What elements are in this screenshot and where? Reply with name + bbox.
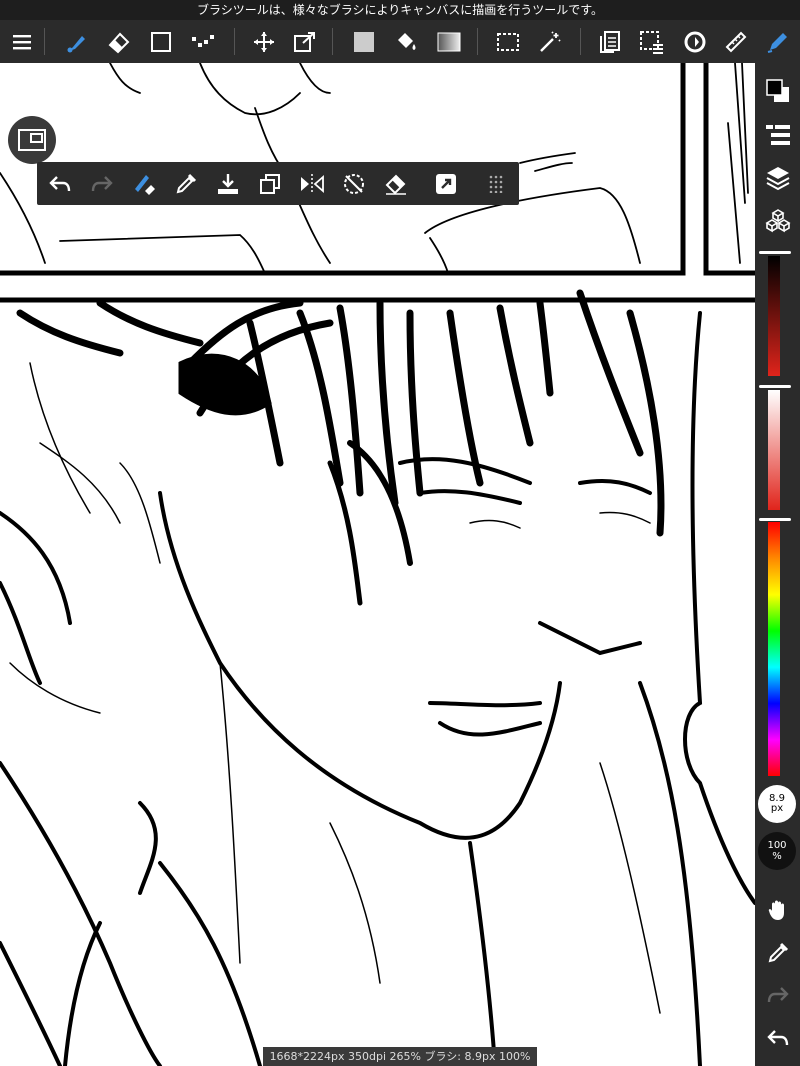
bucket-icon[interactable]: [384, 20, 428, 63]
magic-wand-icon[interactable]: [528, 20, 572, 63]
save-icon[interactable]: [207, 162, 249, 205]
brush-icon[interactable]: [55, 20, 99, 63]
copy-icon[interactable]: [588, 20, 632, 63]
undo-side-icon[interactable]: [755, 1018, 800, 1058]
select-menu-icon[interactable]: [630, 20, 674, 63]
main-toolbar: [0, 20, 800, 63]
eyedropper-side-icon[interactable]: [755, 933, 800, 973]
drawing-canvas[interactable]: [0, 63, 755, 1066]
right-panel: 8.9 px 100 %: [755, 63, 800, 1066]
fill-color-icon[interactable]: [342, 20, 386, 63]
tool-hint-bar: ブラシツールは、様々なブラシによりキャンバスに描画を行うツールです。: [0, 0, 800, 20]
tool-hint-text: ブラシツールは、様々なブラシによりキャンバスに描画を行うツールです。: [196, 3, 604, 17]
clear-icon[interactable]: [375, 162, 417, 205]
reference-window-button[interactable]: [8, 116, 56, 164]
copy-layer-icon[interactable]: [249, 162, 291, 205]
status-bar: 1668*2224px 350dpi 265% ブラシ: 8.9px 100%: [263, 1047, 537, 1066]
opacity-button[interactable]: 100 %: [758, 832, 796, 870]
status-text: 1668*2224px 350dpi 265% ブラシ: 8.9px 100%: [269, 1050, 531, 1063]
select-icon[interactable]: [486, 20, 530, 63]
eyedropper-icon[interactable]: [165, 162, 207, 205]
pen-icon[interactable]: [756, 20, 800, 63]
transform-icon[interactable]: [283, 20, 327, 63]
shortcut-icon[interactable]: [425, 162, 467, 205]
flip-icon[interactable]: [291, 162, 333, 205]
materials-icon[interactable]: [755, 201, 800, 241]
undo-icon[interactable]: [39, 162, 81, 205]
redo-icon[interactable]: [81, 162, 123, 205]
hand-icon[interactable]: [755, 890, 800, 930]
rotate-reset-icon[interactable]: [333, 162, 375, 205]
opacity-unit: %: [772, 851, 782, 862]
artwork: [0, 63, 755, 1066]
shape-icon[interactable]: [139, 20, 183, 63]
rotate-icon[interactable]: [673, 20, 717, 63]
color-swatch-icon[interactable]: [755, 71, 800, 111]
brush-eraser-toggle-icon[interactable]: [123, 162, 165, 205]
window-icon: [18, 129, 46, 151]
dot-icon[interactable]: [181, 20, 225, 63]
move-icon[interactable]: [242, 20, 286, 63]
grip-icon[interactable]: [475, 162, 517, 205]
ruler-icon[interactable]: [714, 20, 758, 63]
menu-icon[interactable]: [0, 20, 44, 63]
layer-list-icon[interactable]: [755, 115, 800, 155]
layers-icon[interactable]: [755, 158, 800, 198]
brush-size-unit: px: [770, 803, 784, 814]
redo-side-icon[interactable]: [755, 975, 800, 1015]
quick-access-bar: [37, 162, 519, 205]
eraser-icon[interactable]: [97, 20, 141, 63]
brush-size-button[interactable]: 8.9 px: [758, 785, 796, 823]
gradient-icon[interactable]: [427, 20, 471, 63]
opacity-value: 100: [767, 840, 787, 851]
